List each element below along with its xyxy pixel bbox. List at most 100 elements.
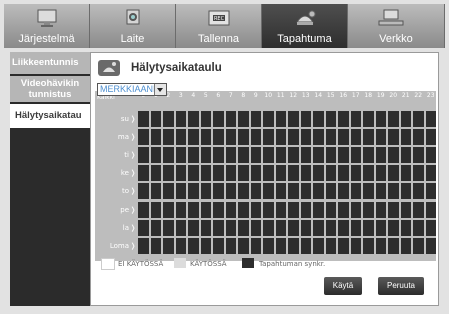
tab-device[interactable]: Laite: [90, 4, 176, 48]
cancel-button[interactable]: Peruuta: [378, 277, 424, 295]
schedule-cell[interactable]: [250, 219, 261, 236]
schedule-cell[interactable]: [188, 219, 199, 236]
schedule-cell[interactable]: [188, 129, 199, 146]
schedule-cell[interactable]: [163, 201, 174, 218]
schedule-cell[interactable]: [350, 165, 361, 182]
schedule-cell[interactable]: [175, 111, 186, 128]
schedule-cell[interactable]: [250, 147, 261, 164]
schedule-cell[interactable]: [263, 165, 274, 182]
tab-network[interactable]: Verkko: [348, 4, 445, 48]
schedule-cell[interactable]: [363, 129, 374, 146]
schedule-cell[interactable]: [363, 201, 374, 218]
hour-checkbox[interactable]: [327, 101, 334, 116]
schedule-cell[interactable]: [338, 237, 349, 254]
schedule-cell[interactable]: [288, 201, 299, 218]
schedule-cell[interactable]: [163, 237, 174, 254]
schedule-cell[interactable]: [363, 147, 374, 164]
schedule-cell[interactable]: [400, 147, 411, 164]
schedule-cell[interactable]: [300, 201, 311, 218]
schedule-cell[interactable]: [300, 129, 311, 146]
schedule-cell[interactable]: [138, 165, 149, 182]
schedule-cell[interactable]: [400, 165, 411, 182]
schedule-cell[interactable]: [338, 183, 349, 200]
schedule-cell[interactable]: [188, 183, 199, 200]
schedule-cell[interactable]: [375, 147, 386, 164]
schedule-cell[interactable]: [325, 201, 336, 218]
schedule-cell[interactable]: [238, 165, 249, 182]
schedule-cell[interactable]: [388, 201, 399, 218]
schedule-cell[interactable]: [425, 201, 436, 218]
schedule-cell[interactable]: [150, 147, 161, 164]
schedule-cell[interactable]: [163, 111, 174, 128]
schedule-cell[interactable]: [138, 219, 149, 236]
schedule-cell[interactable]: [425, 219, 436, 236]
day-select[interactable]: MERKKIAANI: [97, 83, 167, 96]
schedule-cell[interactable]: [263, 219, 274, 236]
schedule-cell[interactable]: [388, 165, 399, 182]
schedule-cell[interactable]: [425, 111, 436, 128]
schedule-cell[interactable]: [163, 147, 174, 164]
schedule-cell[interactable]: [413, 219, 424, 236]
schedule-cell[interactable]: [363, 111, 374, 128]
schedule-cell[interactable]: [275, 165, 286, 182]
schedule-cell[interactable]: [250, 165, 261, 182]
schedule-cell[interactable]: [350, 183, 361, 200]
schedule-cell[interactable]: [300, 165, 311, 182]
schedule-cell[interactable]: [225, 219, 236, 236]
schedule-cell[interactable]: [175, 201, 186, 218]
schedule-cell[interactable]: [413, 183, 424, 200]
schedule-cell[interactable]: [375, 183, 386, 200]
schedule-cell[interactable]: [350, 147, 361, 164]
schedule-cell[interactable]: [275, 147, 286, 164]
schedule-cell[interactable]: [163, 219, 174, 236]
schedule-cell[interactable]: [225, 201, 236, 218]
schedule-cell[interactable]: [225, 183, 236, 200]
schedule-cell[interactable]: [225, 237, 236, 254]
schedule-cell[interactable]: [325, 183, 336, 200]
schedule-cell[interactable]: [275, 219, 286, 236]
schedule-cell[interactable]: [375, 111, 386, 128]
schedule-cell[interactable]: [363, 237, 374, 254]
schedule-cell[interactable]: [313, 165, 324, 182]
schedule-cell[interactable]: [238, 237, 249, 254]
schedule-cell[interactable]: [275, 129, 286, 146]
hour-checkbox[interactable]: [140, 101, 146, 116]
schedule-cell[interactable]: [200, 129, 211, 146]
day-select-icon[interactable]: ❭: [130, 133, 136, 141]
schedule-cell[interactable]: [350, 201, 361, 218]
apply-button[interactable]: Käytä: [324, 277, 362, 295]
hour-checkbox[interactable]: [352, 101, 359, 116]
schedule-cell[interactable]: [413, 165, 424, 182]
schedule-cell[interactable]: [363, 183, 374, 200]
schedule-cell[interactable]: [175, 183, 186, 200]
schedule-cell[interactable]: [175, 129, 186, 146]
schedule-cell[interactable]: [225, 129, 236, 146]
hour-checkbox[interactable]: [277, 101, 284, 116]
schedule-cell[interactable]: [413, 111, 424, 128]
schedule-cell[interactable]: [200, 183, 211, 200]
schedule-cell[interactable]: [313, 147, 324, 164]
schedule-cell[interactable]: [325, 237, 336, 254]
schedule-cell[interactable]: [325, 147, 336, 164]
schedule-cell[interactable]: [188, 111, 199, 128]
schedule-cell[interactable]: [338, 111, 349, 128]
schedule-cell[interactable]: [375, 165, 386, 182]
schedule-cell[interactable]: [225, 165, 236, 182]
schedule-cell[interactable]: [400, 183, 411, 200]
schedule-cell[interactable]: [388, 219, 399, 236]
schedule-cell[interactable]: [313, 111, 324, 128]
schedule-cell[interactable]: [288, 129, 299, 146]
schedule-cell[interactable]: [413, 201, 424, 218]
schedule-cell[interactable]: [350, 111, 361, 128]
schedule-cell[interactable]: [375, 219, 386, 236]
schedule-cell[interactable]: [138, 111, 149, 128]
schedule-cell[interactable]: [238, 147, 249, 164]
hour-checkbox[interactable]: [165, 101, 171, 116]
schedule-cell[interactable]: [213, 147, 224, 164]
schedule-cell[interactable]: [300, 219, 311, 236]
schedule-cell[interactable]: [275, 111, 286, 128]
schedule-cell[interactable]: [213, 111, 224, 128]
hour-checkbox[interactable]: [427, 101, 434, 116]
hour-checkbox[interactable]: [340, 101, 346, 116]
schedule-cell[interactable]: [400, 111, 411, 128]
